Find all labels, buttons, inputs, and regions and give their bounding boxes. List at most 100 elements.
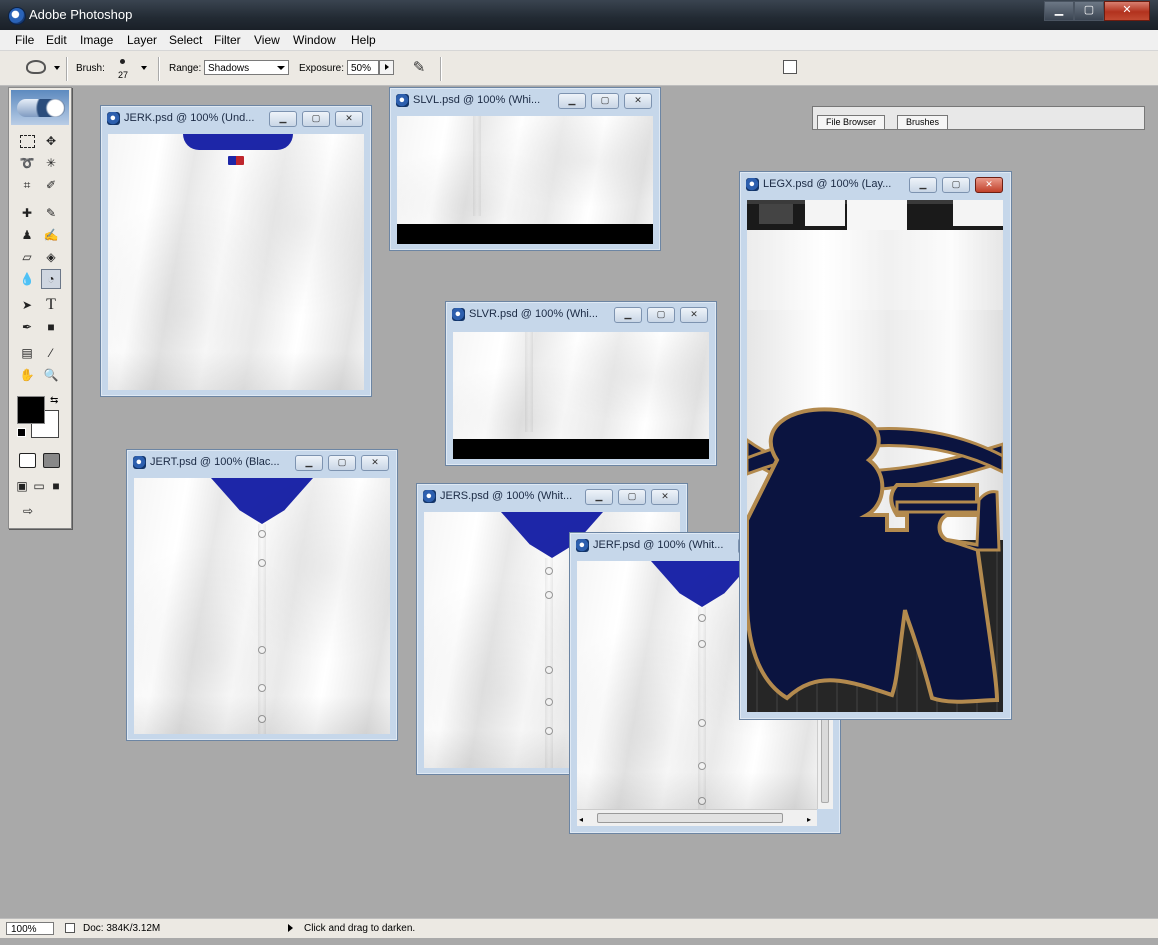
palette-menu-icon[interactable] — [783, 60, 797, 74]
menu-edit[interactable]: Edit — [46, 33, 67, 47]
doc-minimize-button[interactable]: ▁ — [558, 93, 586, 109]
clone-stamp-tool-icon[interactable]: ♟ — [17, 225, 37, 245]
sleeve-cuff — [397, 224, 653, 244]
menu-select[interactable]: Select — [169, 33, 202, 47]
doc-maximize-button[interactable]: ▢ — [618, 489, 646, 505]
pants-canvas[interactable] — [747, 200, 1003, 712]
doc-maximize-button[interactable]: ▢ — [942, 177, 970, 193]
marquee-tool-icon[interactable] — [17, 131, 37, 151]
full-screen-menu-mode-icon[interactable]: ▭ — [31, 476, 47, 496]
scrollbar-thumb[interactable] — [597, 813, 783, 823]
document-title-bar[interactable]: SLVL.psd @ 100% (Whi... ▁ ▢ ✕ — [390, 88, 660, 112]
brush-tool-icon[interactable]: ✎ — [41, 203, 61, 223]
doc-maximize-button[interactable]: ▢ — [647, 307, 675, 323]
tab-brushes[interactable]: Brushes — [897, 115, 949, 129]
horizontal-scrollbar[interactable]: ◂ ▸ — [577, 809, 817, 826]
exposure-input[interactable]: 50% — [347, 60, 379, 75]
airbrush-icon[interactable]: ✎ — [408, 58, 430, 78]
pen-tool-icon[interactable]: ✒ — [17, 317, 37, 337]
adobe-eye-logo-icon[interactable] — [17, 99, 65, 117]
rectangle-tool-icon[interactable]: ■ — [41, 317, 61, 337]
status-menu-icon[interactable] — [288, 924, 293, 932]
paint-bucket-tool-icon[interactable]: ◈ — [41, 247, 61, 267]
burn-tool-preset-icon[interactable] — [26, 60, 46, 74]
eyedropper-tool-icon[interactable]: ⁄ — [41, 343, 61, 363]
type-tool-icon[interactable]: T — [41, 295, 61, 315]
menu-help[interactable]: Help — [351, 33, 376, 47]
doc-minimize-button[interactable]: ▁ — [585, 489, 613, 505]
quick-mask-mode-icon[interactable] — [41, 450, 61, 470]
doc-close-button[interactable]: ✕ — [975, 177, 1003, 193]
document-window-jert[interactable]: JERT.psd @ 100% (Blac... ▁ ▢ ✕ — [126, 449, 398, 741]
crop-tool-icon[interactable]: ⌗ — [17, 175, 37, 195]
eraser-tool-icon[interactable]: ▱ — [17, 247, 37, 267]
sleeve-seam — [473, 116, 481, 216]
default-colors-icon[interactable] — [17, 428, 26, 437]
brush-preview-icon[interactable] — [120, 59, 125, 64]
menu-layer[interactable]: Layer — [127, 33, 157, 47]
doc-maximize-button[interactable]: ▢ — [591, 93, 619, 109]
history-brush-tool-icon[interactable]: ✍ — [41, 225, 61, 245]
menu-view[interactable]: View — [254, 33, 280, 47]
full-screen-mode-icon[interactable]: ■ — [48, 476, 64, 496]
sleeve-right-canvas[interactable] — [453, 332, 709, 459]
move-tool-icon[interactable]: ✥ — [41, 131, 61, 151]
standard-screen-mode-icon[interactable]: ▣ — [14, 476, 30, 496]
maximize-button[interactable]: ▢ — [1074, 1, 1104, 21]
brush-dropdown-icon[interactable] — [141, 66, 147, 70]
zoom-tool-icon[interactable]: 🔍 — [41, 365, 61, 385]
exposure-slider-button[interactable] — [379, 60, 394, 75]
swap-colors-icon[interactable]: ⇆ — [50, 395, 58, 406]
menu-image[interactable]: Image — [80, 33, 113, 47]
standard-mode-icon[interactable] — [17, 450, 37, 470]
minimize-button[interactable]: ▁ — [1044, 1, 1074, 21]
brush-size: 27 — [118, 70, 129, 80]
tab-file-browser[interactable]: File Browser — [817, 115, 886, 129]
doc-minimize-button[interactable]: ▁ — [269, 111, 297, 127]
menu-window[interactable]: Window — [293, 33, 336, 47]
zoom-field[interactable]: 100% — [6, 922, 54, 935]
jersey-front-canvas[interactable] — [134, 478, 390, 734]
document-title-bar[interactable]: LEGX.psd @ 100% (Lay... ▁ ▢ ✕ — [740, 172, 1011, 196]
document-info-icon[interactable] — [65, 923, 75, 933]
path-selection-tool-icon[interactable]: ➤ — [17, 295, 37, 315]
doc-close-button[interactable]: ✕ — [335, 111, 363, 127]
range-select[interactable]: Shadows — [204, 60, 289, 75]
menu-file[interactable]: File — [15, 33, 34, 47]
document-title-bar[interactable]: JERK.psd @ 100% (Und... ▁ ▢ ✕ — [101, 106, 371, 130]
document-window-jerk[interactable]: JERK.psd @ 100% (Und... ▁ ▢ ✕ — [100, 105, 372, 397]
healing-brush-tool-icon[interactable]: ✚ — [17, 203, 37, 223]
slice-tool-icon[interactable]: ✐ — [41, 175, 61, 195]
doc-maximize-button[interactable]: ▢ — [328, 455, 356, 471]
document-title-bar[interactable]: JERS.psd @ 100% (Whit... ▁ ▢ ✕ — [417, 484, 687, 508]
document-window-slvl[interactable]: SLVL.psd @ 100% (Whi... ▁ ▢ ✕ — [389, 87, 661, 251]
notes-tool-icon[interactable]: ▤ — [17, 343, 37, 363]
sleeve-left-canvas[interactable] — [397, 116, 653, 244]
v-neck-collar — [651, 561, 753, 607]
document-window-slvr[interactable]: SLVR.psd @ 100% (Whi... ▁ ▢ ✕ — [445, 301, 717, 466]
blur-tool-icon[interactable]: 💧 — [17, 269, 37, 289]
lasso-tool-icon[interactable]: ➰ — [17, 153, 37, 173]
burn-tool-icon[interactable]: ◔ — [41, 269, 61, 289]
jersey-back-canvas[interactable] — [108, 134, 364, 390]
scroll-left-icon[interactable]: ◂ — [579, 815, 583, 824]
magic-wand-tool-icon[interactable]: ✳ — [41, 153, 61, 173]
doc-close-button[interactable]: ✕ — [680, 307, 708, 323]
doc-close-button[interactable]: ✕ — [624, 93, 652, 109]
menu-filter[interactable]: Filter — [214, 33, 241, 47]
doc-minimize-button[interactable]: ▁ — [614, 307, 642, 323]
doc-close-button[interactable]: ✕ — [651, 489, 679, 505]
doc-minimize-button[interactable]: ▁ — [909, 177, 937, 193]
document-title-bar[interactable]: SLVR.psd @ 100% (Whi... ▁ ▢ ✕ — [446, 302, 716, 326]
foreground-color-swatch[interactable] — [17, 396, 45, 424]
hand-tool-icon[interactable]: ✋ — [17, 365, 37, 385]
scroll-right-icon[interactable]: ▸ — [807, 815, 811, 824]
document-window-legx[interactable]: LEGX.psd @ 100% (Lay... ▁ ▢ ✕ — [739, 171, 1012, 720]
doc-minimize-button[interactable]: ▁ — [295, 455, 323, 471]
document-title-bar[interactable]: JERT.psd @ 100% (Blac... ▁ ▢ ✕ — [127, 450, 397, 474]
doc-close-button[interactable]: ✕ — [361, 455, 389, 471]
jump-to-imageready-icon[interactable]: ⇨ — [14, 501, 42, 521]
preset-dropdown-icon[interactable] — [54, 66, 60, 70]
close-button[interactable]: ✕ — [1104, 1, 1150, 21]
doc-maximize-button[interactable]: ▢ — [302, 111, 330, 127]
